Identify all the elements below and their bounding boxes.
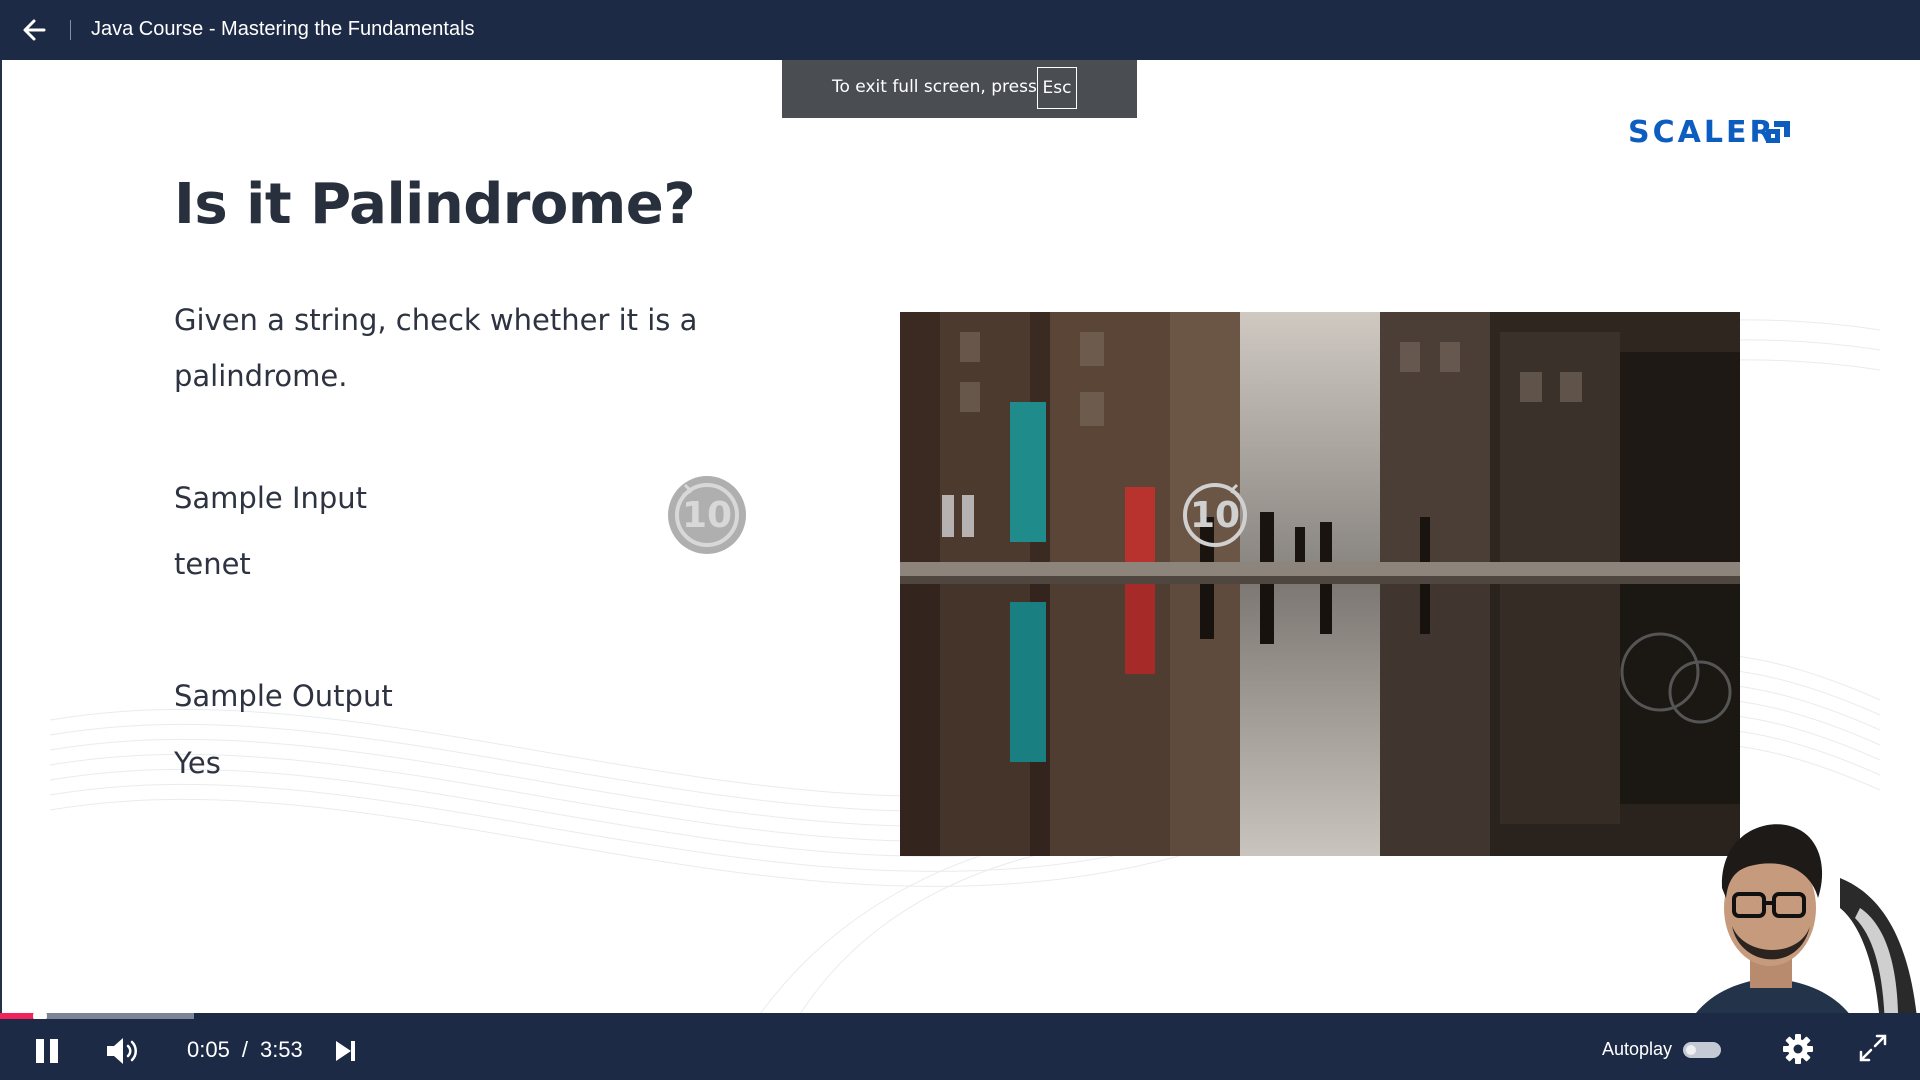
seek-back-label: 10 — [681, 495, 733, 536]
gear-icon — [1783, 1034, 1813, 1064]
skip-next-icon — [336, 1041, 355, 1061]
slide-title: Is it Palindrome? — [174, 172, 696, 237]
seek-back-button[interactable]: 10 — [665, 473, 749, 557]
seek-forward-label: 10 — [1189, 495, 1241, 536]
slide-description: Given a string, check whether it is a pa… — [174, 303, 698, 393]
title-divider — [70, 20, 71, 40]
course-title: Java Course - Mastering the Fundamentals — [91, 18, 475, 40]
settings-button[interactable] — [1782, 1033, 1814, 1065]
top-bar: Java Course - Mastering the Fundamentals — [0, 0, 1920, 60]
sample-input-value: tenet — [174, 547, 251, 581]
street-reflection-photo — [900, 312, 1740, 856]
video-stage[interactable]: To exit full screen, press Esc SCALER Is… — [0, 60, 1920, 1014]
autoplay-toggle-thumb — [1686, 1045, 1696, 1055]
fullscreen-exit-icon — [1859, 1034, 1887, 1062]
stage-edge — [0, 60, 2, 1014]
player-controls: 0:05 / 3:53 Autoplay — [0, 1019, 1920, 1080]
presenter-webcam — [1695, 824, 1917, 1014]
autoplay-label: Autoplay — [1602, 1039, 1673, 1059]
center-pause-button[interactable] — [920, 480, 1000, 560]
fullscreen-button[interactable] — [1858, 1033, 1888, 1063]
logo-text: SCALER — [1628, 115, 1776, 150]
toast-message: To exit full screen, press — [832, 77, 1037, 97]
back-button[interactable] — [18, 14, 52, 46]
sample-input-label: Sample Input — [174, 481, 368, 515]
sample-output-value: Yes — [174, 746, 221, 780]
autoplay-toggle[interactable] — [1683, 1042, 1721, 1058]
time-display: 0:05 / 3:53 — [187, 1037, 303, 1063]
arrow-left-icon — [23, 19, 46, 41]
pause-icon — [36, 1039, 58, 1063]
fullscreen-toast: To exit full screen, press Esc — [782, 60, 1137, 118]
next-video-button[interactable] — [333, 1039, 357, 1063]
volume-button[interactable] — [104, 1035, 142, 1067]
esc-key-badge: Esc — [1037, 67, 1077, 109]
current-time: 0:05 — [187, 1037, 230, 1062]
duration: 3:53 — [259, 1037, 303, 1062]
volume-icon — [107, 1038, 137, 1064]
sample-output-label: Sample Output — [174, 679, 393, 713]
time-separator: / — [241, 1037, 248, 1062]
pause-icon — [942, 495, 974, 537]
play-pause-button[interactable] — [34, 1037, 60, 1065]
seek-forward-button[interactable]: 10 — [1173, 473, 1257, 557]
scaler-logo-mark-icon — [1766, 121, 1790, 143]
